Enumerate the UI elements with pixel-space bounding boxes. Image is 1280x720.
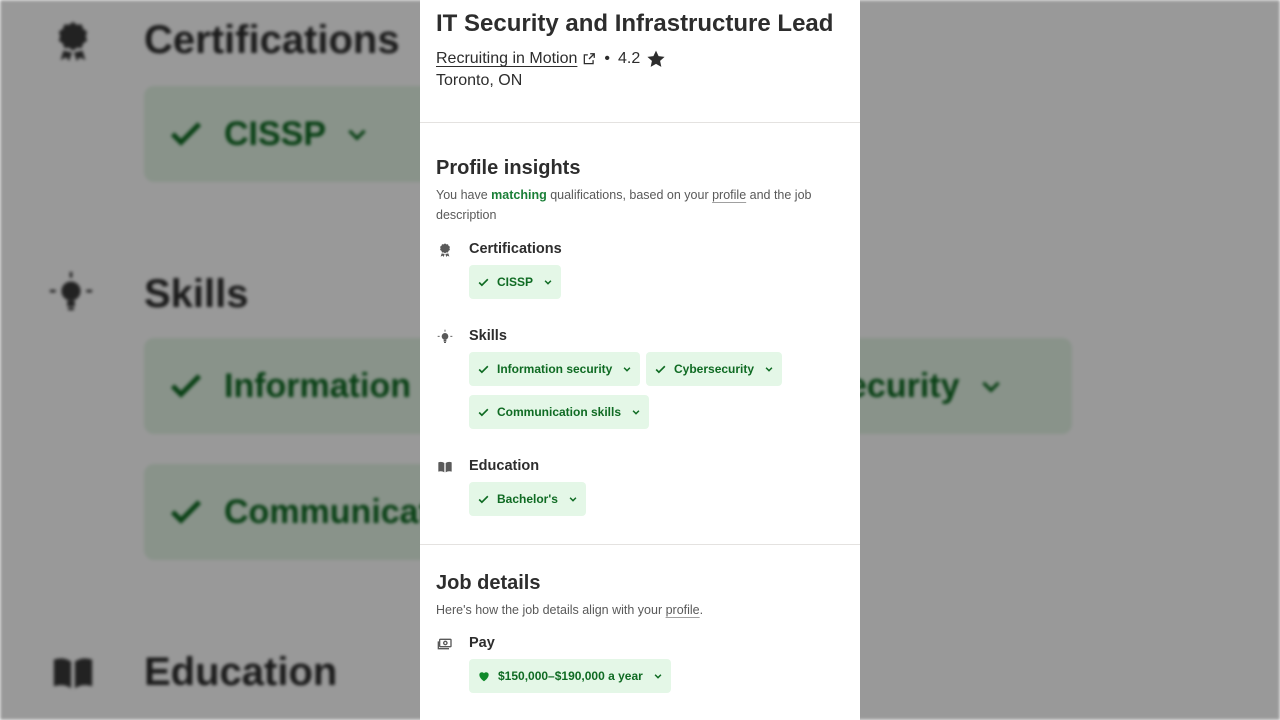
profile-link[interactable]: profile: [712, 188, 746, 202]
profile-insights-description: You have matching qualifications, based …: [436, 185, 816, 225]
job-detail-panel: IT Security and Infrastructure Lead Recr…: [420, 0, 860, 720]
chevron-down-icon: [544, 280, 552, 285]
separator-dot: •: [604, 50, 611, 67]
chevron-down-icon: [623, 367, 631, 372]
job-details-description: Here's how the job details align with yo…: [436, 600, 816, 620]
lightbulb-icon: [437, 329, 453, 343]
check-icon: [655, 365, 666, 373]
desc-text: qualifications, based on your: [546, 188, 713, 202]
certifications-label: Certifications: [469, 241, 562, 257]
check-icon: [478, 278, 489, 286]
chip-label: Information security: [497, 362, 613, 376]
chip-pay[interactable]: $150,000–$190,000 a year: [469, 659, 671, 693]
desc-text: You have: [436, 188, 492, 202]
check-icon: [478, 495, 489, 503]
job-location: Toronto, ON: [436, 72, 523, 89]
pay-label: Pay: [469, 635, 495, 651]
chip-bachelors[interactable]: Bachelor's: [469, 482, 586, 516]
profile-insights-title: Profile insights: [436, 157, 581, 179]
chevron-down-icon: [569, 497, 577, 502]
chip-information-security[interactable]: Information security: [469, 352, 641, 386]
desc-text: .: [699, 603, 704, 617]
company-name: Recruiting in Motion: [436, 50, 578, 67]
desc-text: Here's how the job details align with yo…: [436, 603, 666, 617]
chevron-down-icon: [765, 367, 773, 372]
profile-link[interactable]: profile: [666, 603, 700, 617]
skills-label: Skills: [469, 328, 507, 344]
book-icon: [438, 461, 452, 473]
check-icon: [478, 365, 489, 373]
job-details-title: Job details: [436, 572, 541, 594]
chip-label: Communication skills: [497, 405, 622, 419]
chip-label: Bachelor's: [497, 492, 558, 506]
chip-communication-skills[interactable]: Communication skills: [469, 395, 650, 429]
external-link-icon: [584, 53, 596, 65]
job-title: IT Security and Infrastructure Lead: [436, 10, 834, 37]
chip-label: CISSP: [497, 275, 534, 289]
heart-icon: [479, 672, 489, 682]
company-row: Recruiting in Motion • 4.2: [436, 49, 666, 69]
award-icon: [440, 243, 450, 257]
divider: [420, 122, 860, 123]
education-label: Education: [469, 458, 540, 474]
star-icon: [647, 50, 665, 67]
chip-cybersecurity[interactable]: Cybersecurity: [646, 352, 783, 386]
chip-label: $150,000–$190,000 a year: [498, 669, 643, 683]
chevron-down-icon: [654, 674, 662, 679]
company-link[interactable]: Recruiting in Motion: [436, 50, 596, 68]
company-rating: 4.2: [618, 50, 641, 67]
money-icon: [437, 638, 452, 650]
check-icon: [478, 408, 489, 416]
divider: [420, 544, 860, 545]
chip-label: Cybersecurity: [674, 362, 755, 376]
chevron-down-icon: [632, 410, 640, 415]
chip-cissp[interactable]: CISSP: [469, 265, 562, 299]
desc-match-text: matching: [491, 188, 547, 202]
